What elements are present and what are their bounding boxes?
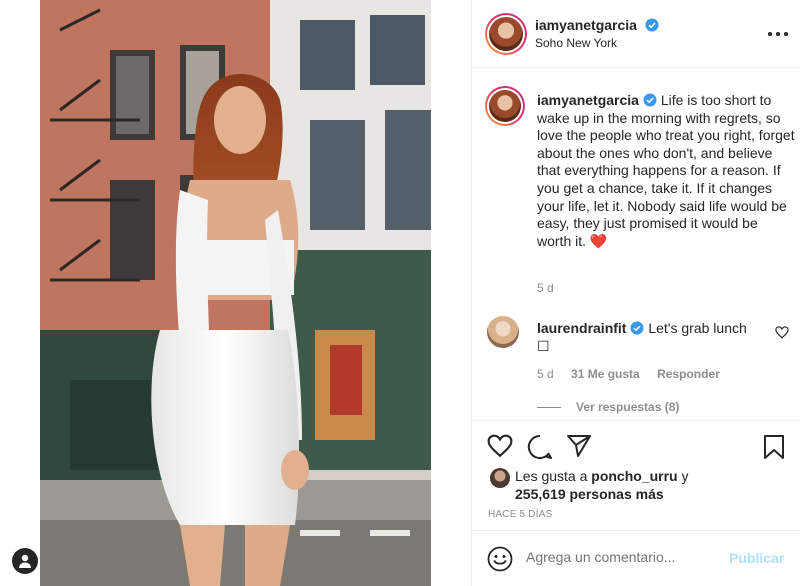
liker-username[interactable]: poncho_urru — [591, 468, 677, 484]
save-bookmark-icon[interactable] — [763, 434, 785, 460]
reply-button[interactable]: Responder — [657, 367, 720, 381]
post-timestamp[interactable]: HACE 5 DÍAS — [488, 509, 552, 520]
likes-count[interactable]: 255,619 personas más — [515, 486, 664, 502]
likes-suffix: y — [681, 468, 689, 484]
replies-divider — [537, 407, 561, 408]
comment-glyph: ☐ — [537, 337, 550, 354]
post-location[interactable]: Soho New York — [535, 36, 617, 50]
post-photo[interactable] — [40, 0, 431, 586]
verified-badge-icon — [630, 321, 644, 335]
action-bar: Les gusta a poncho_urru y 255,619 person… — [472, 420, 800, 530]
view-replies-link[interactable]: Ver respuestas (8) — [576, 400, 679, 414]
like-heart-icon[interactable] — [487, 434, 513, 458]
user-profile-icon[interactable] — [12, 548, 38, 574]
verified-badge-icon — [643, 93, 657, 107]
caption-avatar[interactable] — [485, 86, 525, 126]
likes-line: Les gusta a poncho_urru y — [515, 468, 689, 484]
author-avatar[interactable] — [485, 13, 527, 55]
liker-avatar[interactable] — [490, 468, 510, 488]
likes-prefix: Les gusta a — [515, 468, 588, 484]
comment-age[interactable]: 5 d — [537, 367, 554, 381]
caption-username[interactable]: iamyanetgarcia — [537, 92, 639, 108]
author-username[interactable]: iamyanetgarcia — [535, 17, 637, 33]
caption-body: Life is too short to wake up in the morn… — [537, 92, 795, 249]
comment-text: laurendrainfit Let's grab lunch ☐ — [537, 320, 767, 355]
more-options-icon[interactable] — [766, 24, 790, 44]
emoji-smiley-icon[interactable] — [487, 546, 513, 572]
verified-badge-icon — [645, 18, 659, 32]
post-detail-panel: iamyanetgarcia Soho New York iamyanetgar… — [471, 0, 800, 586]
right-gutter — [431, 0, 471, 586]
share-paper-plane-icon[interactable] — [566, 434, 592, 458]
heart-emoji: ❤️ — [589, 232, 608, 249]
post-header: iamyanetgarcia Soho New York — [472, 0, 800, 68]
comment-bubble-icon[interactable] — [527, 434, 553, 460]
publish-button[interactable]: Publicar — [729, 550, 784, 566]
author-name-row: iamyanetgarcia — [535, 17, 659, 35]
comment-composer: Publicar — [472, 530, 800, 586]
commenter-avatar[interactable] — [487, 316, 519, 348]
person-icon — [19, 554, 31, 568]
street-scene-image — [40, 0, 431, 586]
comment-likes[interactable]: 31 Me gusta — [571, 367, 640, 381]
caption-age[interactable]: 5 d — [537, 281, 554, 295]
comment-meta: 5 d 31 Me gusta Responder — [537, 367, 734, 381]
like-comment-heart-icon[interactable] — [775, 326, 789, 339]
commenter-username[interactable]: laurendrainfit — [537, 320, 626, 336]
comment-input[interactable] — [526, 549, 716, 565]
comment-body: Let's grab lunch — [648, 320, 747, 336]
left-gutter — [0, 0, 40, 586]
caption-text: iamyanetgarcia Life is too short to wake… — [537, 92, 795, 250]
